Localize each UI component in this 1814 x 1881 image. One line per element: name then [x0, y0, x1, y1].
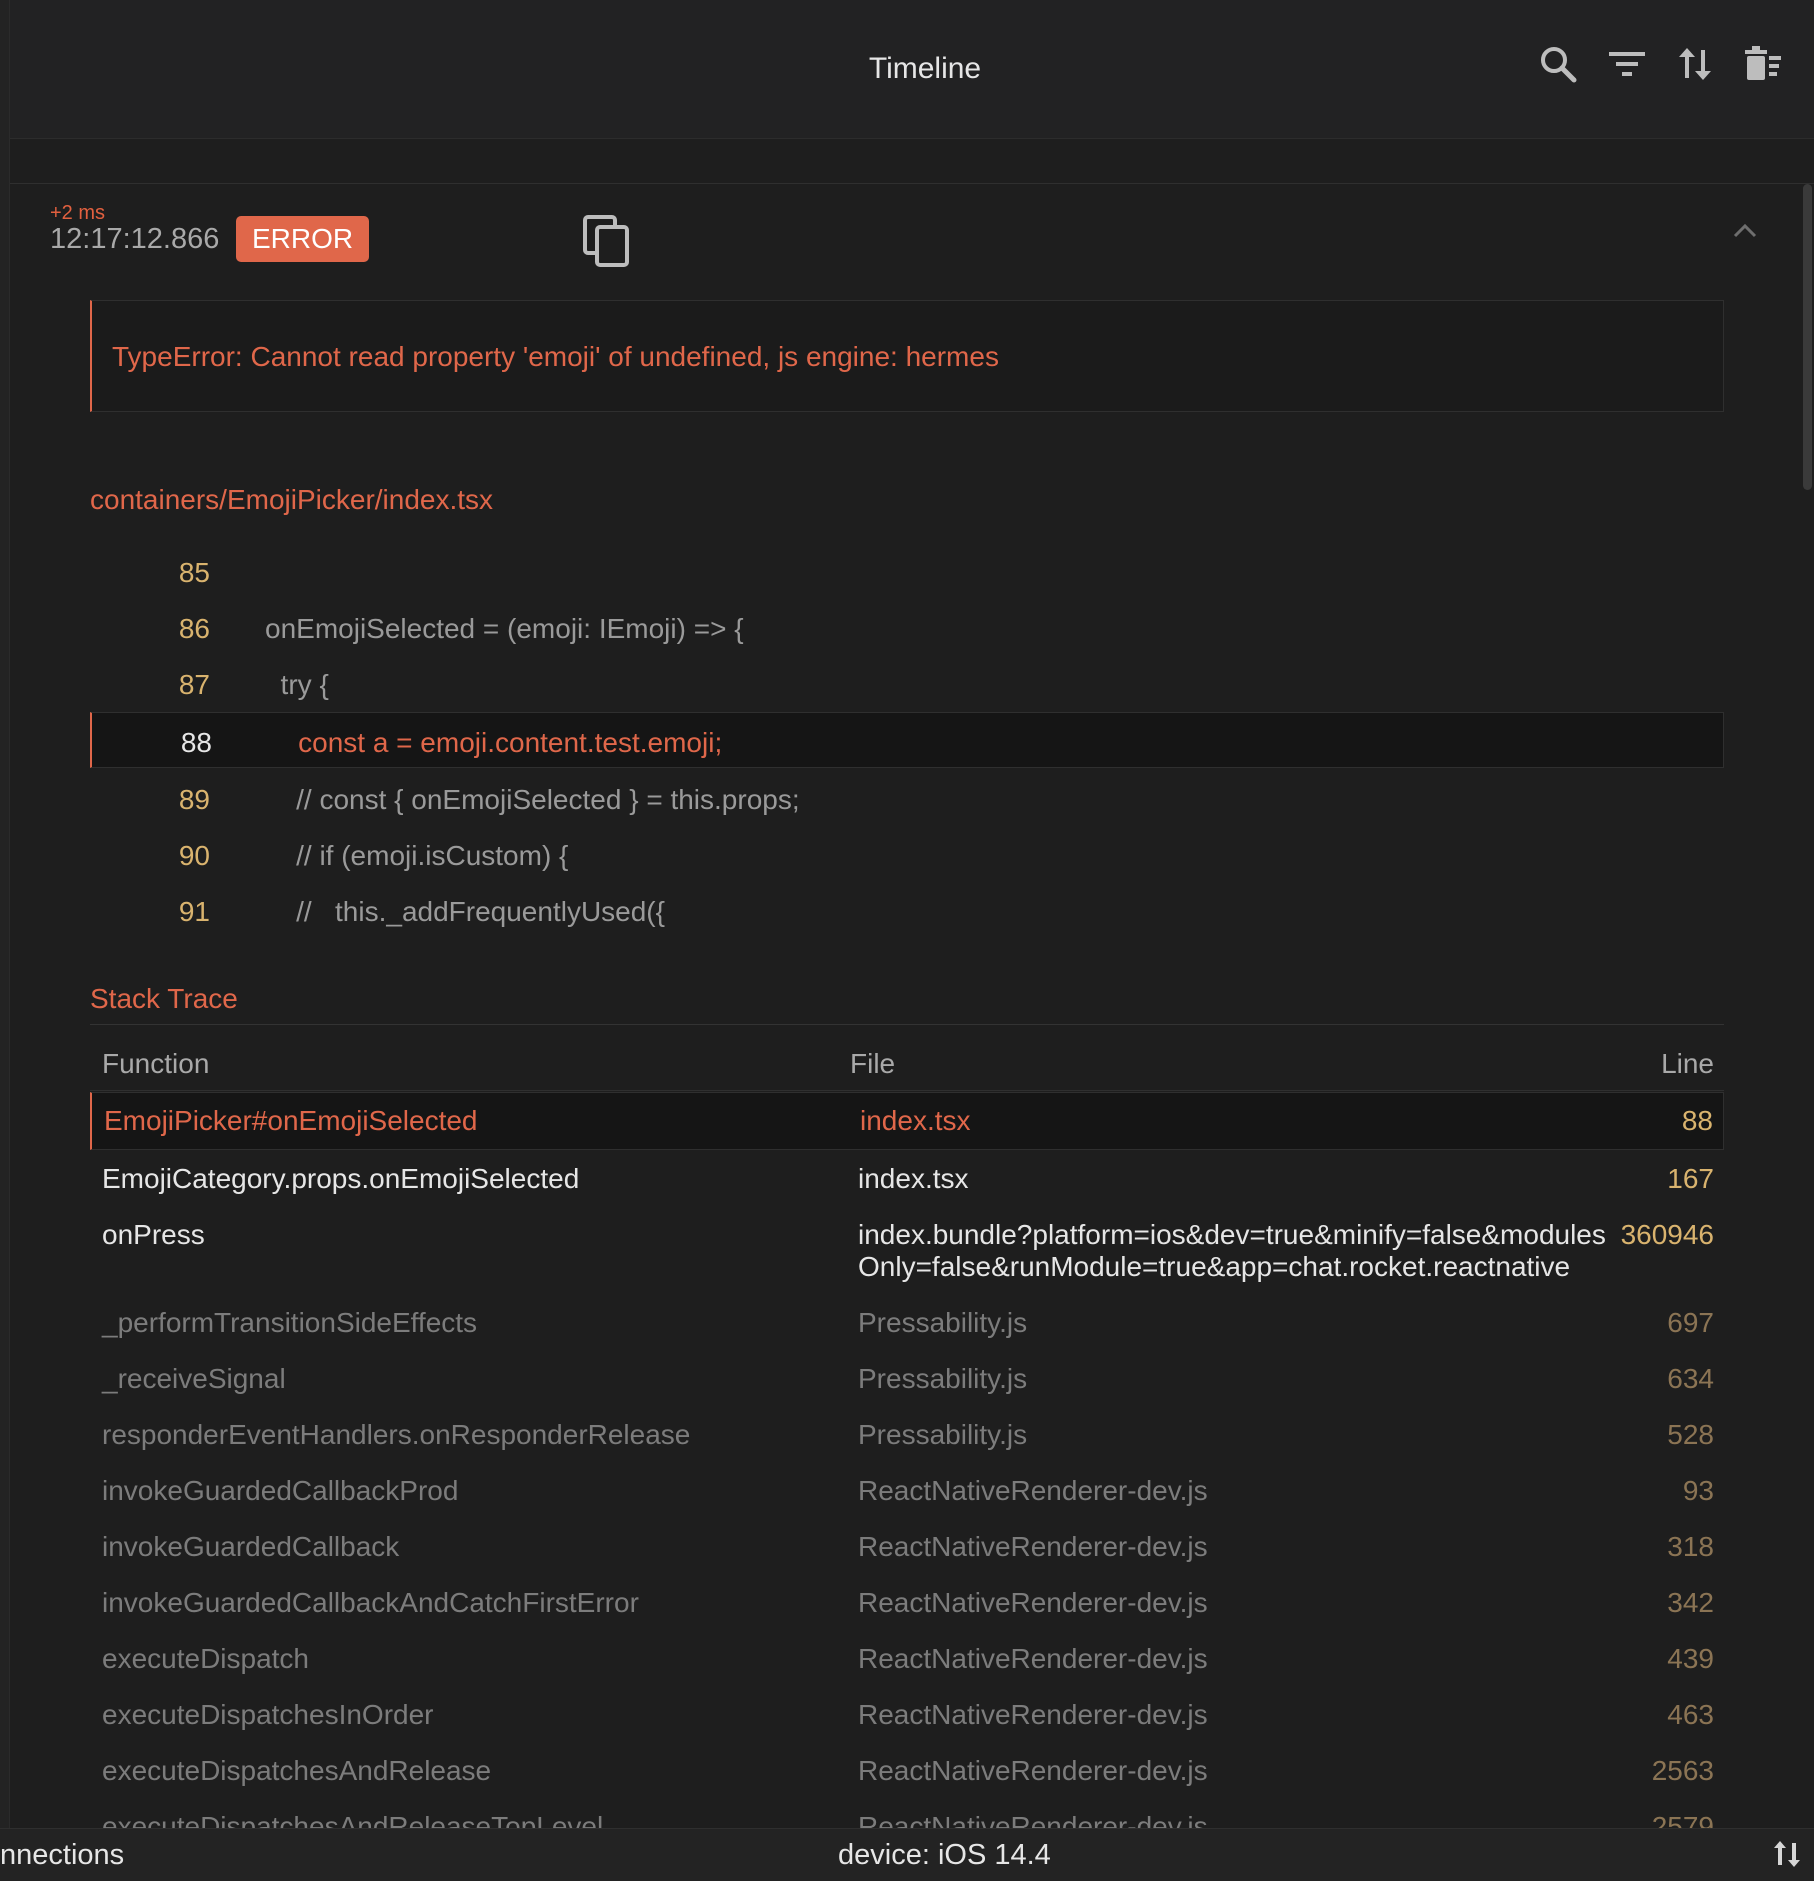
stack-row[interactable]: EmojiPicker#onEmojiSelected index.tsx 88 — [90, 1092, 1724, 1150]
code-line: 85 — [90, 543, 1724, 599]
stack-row[interactable]: executeDispatchesAndReleaseTopLevel Reac… — [90, 1799, 1724, 1828]
stack-file: ReactNativeRenderer-dev.js — [858, 1643, 1208, 1674]
column-header-file: File — [850, 1048, 896, 1079]
timeline-subbar — [10, 139, 1814, 184]
time-delta: +2 ms — [50, 202, 106, 224]
stack-function: invokeGuardedCallbackAndCatchFirstError — [102, 1587, 639, 1618]
stack-file: Pressability.js — [858, 1363, 1028, 1394]
stack-file: ReactNativeRenderer-dev.js — [858, 1531, 1208, 1562]
stack-file: index.tsx — [858, 1163, 969, 1194]
stack-function: _performTransitionSideEffects — [102, 1307, 478, 1338]
stack-file: Pressability.js — [858, 1307, 1028, 1338]
connections-label[interactable]: nnections — [0, 1839, 124, 1872]
code-text: // this._addFrequentlyUsed({ — [265, 896, 665, 927]
stack-file: ReactNativeRenderer-dev.js — [858, 1587, 1208, 1618]
stack-file: ReactNativeRenderer-dev.js — [858, 1755, 1208, 1786]
code-text: onEmojiSelected = (emoji: IEmoji) => { — [265, 613, 744, 644]
line-number: 90 — [178, 840, 210, 871]
stack-line: 318 — [1667, 1531, 1714, 1562]
code-line: 87 try { — [90, 655, 1724, 711]
code-line: 90 // if (emoji.isCustom) { — [90, 826, 1724, 882]
stack-row[interactable]: executeDispatch ReactNativeRenderer-dev.… — [90, 1631, 1724, 1687]
status-badge: ERROR — [236, 216, 370, 262]
timeline-header: Timeline — [10, 0, 1814, 139]
stack-row[interactable]: invokeGuardedCallbackProd ReactNativeRen… — [90, 1463, 1724, 1519]
stack-line: 93 — [1682, 1475, 1714, 1506]
stack-line: 697 — [1667, 1307, 1714, 1338]
stack-file: ReactNativeRenderer-dev.js — [858, 1811, 1208, 1828]
stack-trace-header: Function File Line — [90, 1034, 1724, 1091]
window-left-edge — [0, 0, 10, 1828]
stack-function: responderEventHandlers.onResponderReleas… — [102, 1419, 691, 1450]
code-text: // const { onEmojiSelected } = this.prop… — [265, 784, 800, 815]
stack-row[interactable]: _receiveSignal Pressability.js 634 — [90, 1351, 1724, 1407]
timestamp: 12:17:12.866 — [50, 223, 220, 255]
stack-line: 634 — [1667, 1363, 1714, 1394]
sort-icon[interactable] — [1673, 42, 1717, 86]
stack-line: 88 — [1681, 1105, 1713, 1136]
stack-row[interactable]: onPress index.bundle?platform=ios&dev=tr… — [90, 1207, 1724, 1295]
code-line: 89 // const { onEmojiSelected } = this.p… — [90, 770, 1724, 826]
line-number: 89 — [178, 784, 210, 815]
timeline-entry: +2 ms 12:17:12.866 ERROR TypeError: Cann… — [10, 184, 1800, 1828]
transfer-icon[interactable] — [1770, 1837, 1804, 1871]
line-number: 86 — [178, 613, 210, 644]
stack-row[interactable]: invokeGuardedCallback ReactNativeRendere… — [90, 1519, 1724, 1575]
stack-file: index.bundle?platform=ios&dev=true&minif… — [858, 1219, 1606, 1282]
stack-function: executeDispatchesAndReleaseTopLevel — [102, 1811, 604, 1828]
stack-function: invokeGuardedCallback — [102, 1531, 400, 1562]
line-number: 87 — [178, 669, 210, 700]
code-text: // if (emoji.isCustom) { — [265, 840, 569, 871]
code-line: 86 onEmojiSelected = (emoji: IEmoji) => … — [90, 599, 1724, 655]
stack-function: invokeGuardedCallbackProd — [102, 1475, 459, 1506]
stack-line: 342 — [1667, 1587, 1714, 1618]
stack-line: 528 — [1667, 1419, 1714, 1450]
error-message-box: TypeError: Cannot read property 'emoji' … — [90, 300, 1724, 412]
stack-row[interactable]: EmojiCategory.props.onEmojiSelected inde… — [90, 1151, 1724, 1207]
stack-line: 463 — [1667, 1699, 1714, 1730]
copy-icon[interactable] — [583, 215, 631, 267]
stack-row[interactable]: _performTransitionSideEffects Pressabili… — [90, 1295, 1724, 1351]
column-header-function: Function — [102, 1048, 210, 1079]
stack-function: executeDispatch — [102, 1643, 310, 1674]
stack-function: executeDispatchesInOrder — [102, 1699, 434, 1730]
code-line: 91 // this._addFrequentlyUsed({ — [90, 882, 1724, 938]
error-message: TypeError: Cannot read property 'emoji' … — [112, 341, 999, 372]
scrollbar[interactable] — [1803, 184, 1812, 490]
stack-line: 2579 — [1651, 1811, 1714, 1828]
stack-function: onPress — [102, 1219, 205, 1250]
code-text: const a = emoji.content.test.emoji; — [267, 727, 723, 758]
search-icon[interactable] — [1536, 42, 1580, 86]
stack-line: 167 — [1667, 1163, 1714, 1194]
stack-row[interactable]: responderEventHandlers.onResponderReleas… — [90, 1407, 1724, 1463]
stack-trace-divider — [90, 1024, 1724, 1025]
stack-line: 360946 — [1620, 1219, 1714, 1250]
stack-row[interactable]: invokeGuardedCallbackAndCatchFirstError … — [90, 1575, 1724, 1631]
stack-line: 439 — [1667, 1643, 1714, 1674]
status-bar: nnections device: iOS 14.4 — [0, 1828, 1814, 1881]
filter-icon[interactable] — [1605, 42, 1649, 86]
line-number: 85 — [178, 557, 210, 588]
stack-trace-title: Stack Trace — [90, 983, 238, 1014]
stack-function: _receiveSignal — [102, 1363, 286, 1394]
stack-function: EmojiPicker#onEmojiSelected — [104, 1105, 478, 1136]
stack-file: ReactNativeRenderer-dev.js — [858, 1699, 1208, 1730]
highlighted-code-line: 88 const a = emoji.content.test.emoji; — [90, 712, 1724, 768]
stack-line: 2563 — [1651, 1755, 1714, 1786]
stack-row[interactable]: executeDispatchesInOrder ReactNativeRend… — [90, 1687, 1724, 1743]
stack-function: EmojiCategory.props.onEmojiSelected — [102, 1163, 580, 1194]
line-number: 88 — [180, 727, 212, 758]
device-label: device: iOS 14.4 — [838, 1839, 1051, 1871]
chevron-up-icon[interactable] — [1730, 218, 1760, 242]
clear-icon[interactable] — [1741, 42, 1785, 86]
stack-file: Pressability.js — [858, 1419, 1028, 1450]
stack-function: executeDispatchesAndRelease — [102, 1755, 492, 1786]
line-number: 91 — [178, 896, 210, 927]
column-header-line: Line — [1661, 1048, 1714, 1079]
source-filename: containers/EmojiPicker/index.tsx — [90, 484, 494, 515]
stack-row[interactable]: executeDispatchesAndRelease ReactNativeR… — [90, 1743, 1724, 1799]
stack-file: index.tsx — [860, 1105, 971, 1136]
stack-file: ReactNativeRenderer-dev.js — [858, 1475, 1208, 1506]
code-text: try { — [265, 669, 329, 700]
